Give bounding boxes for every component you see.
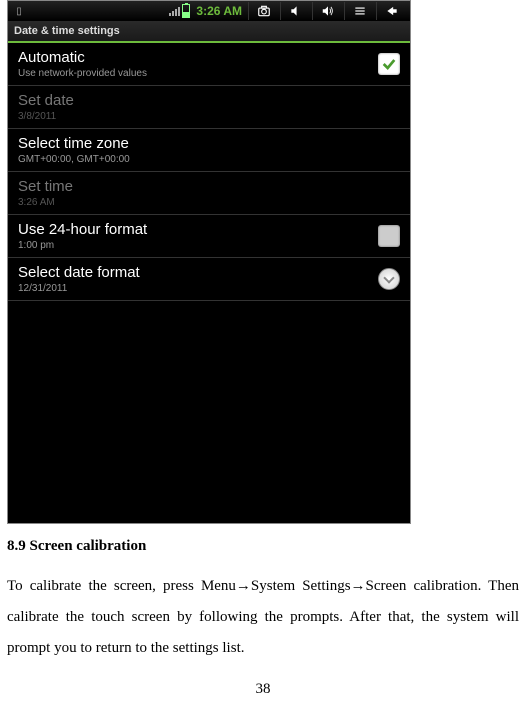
checkbox-checked-icon[interactable] (378, 53, 400, 75)
camera-button[interactable] (248, 2, 278, 20)
setting-date-format[interactable]: Select date format 12/31/2011 (8, 258, 410, 301)
volume-down-button[interactable] (280, 2, 310, 20)
document-text: 8.9 Screen calibration To calibrate the … (7, 538, 519, 663)
status-time: 3:26 AM (196, 4, 242, 18)
checkbox-unchecked-icon[interactable] (378, 225, 400, 247)
row-title: Select time zone (18, 135, 130, 152)
row-sub: Use network-provided values (18, 68, 147, 79)
section-body: To calibrate the screen, press Menu→Syst… (7, 571, 519, 663)
row-sub: 1:00 pm (18, 240, 147, 251)
volume-up-button[interactable] (312, 2, 342, 20)
row-sub: GMT+00:00, GMT+00:00 (18, 154, 130, 165)
row-title: Automatic (18, 49, 147, 66)
signal-icon (169, 6, 180, 16)
setting-set-date[interactable]: Set date 3/8/2011 (8, 86, 410, 129)
setting-24hour[interactable]: Use 24-hour format 1:00 pm (8, 215, 410, 258)
row-title: Set date (18, 92, 74, 109)
dropdown-icon[interactable] (378, 268, 400, 290)
status-bar: ▯ 3:26 AM (8, 1, 410, 21)
back-button[interactable] (376, 2, 406, 20)
android-screenshot: ▯ 3:26 AM Date & time settings (7, 0, 411, 524)
row-title: Set time (18, 178, 73, 195)
setting-automatic[interactable]: Automatic Use network-provided values (8, 43, 410, 86)
row-title: Use 24-hour format (18, 221, 147, 238)
sim-icon: ▯ (12, 4, 26, 18)
settings-list: Automatic Use network-provided values Se… (8, 43, 410, 301)
battery-icon (182, 4, 190, 18)
section-heading: 8.9 Screen calibration (7, 538, 519, 555)
screen-title: Date & time settings (8, 21, 410, 43)
setting-set-time[interactable]: Set time 3:26 AM (8, 172, 410, 215)
row-sub: 3/8/2011 (18, 111, 74, 122)
menu-button[interactable] (344, 2, 374, 20)
setting-time-zone[interactable]: Select time zone GMT+00:00, GMT+00:00 (8, 129, 410, 172)
page-number: 38 (0, 681, 526, 698)
row-sub: 3:26 AM (18, 197, 73, 208)
title-label: Date & time settings (14, 25, 120, 37)
row-title: Select date format (18, 264, 140, 281)
row-sub: 12/31/2011 (18, 283, 140, 294)
